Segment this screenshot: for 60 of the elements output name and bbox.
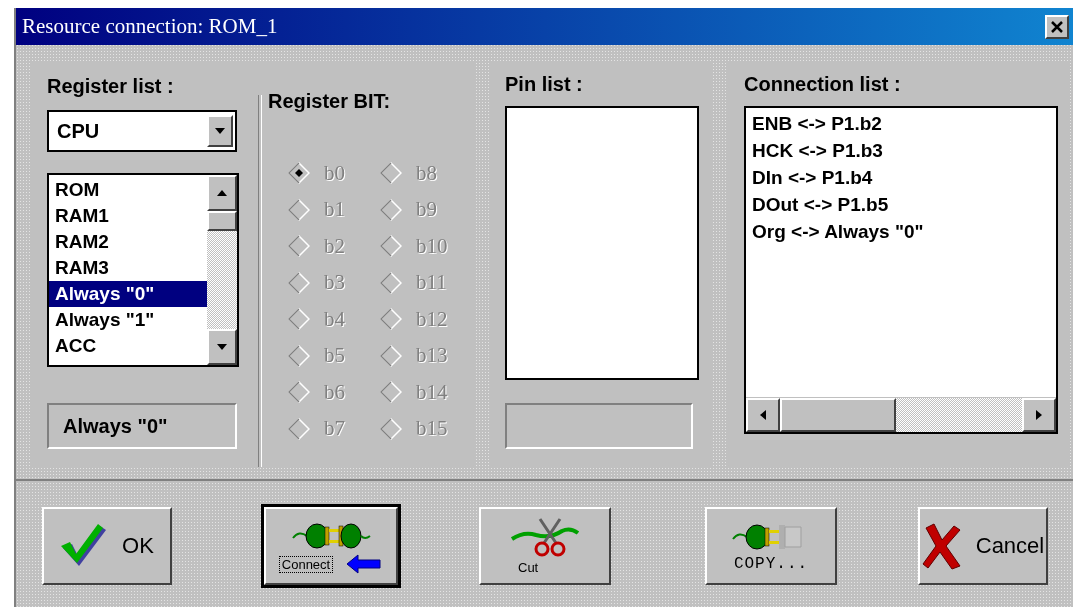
bit-label: b1 — [324, 197, 345, 223]
scroll-left-button[interactable] — [746, 398, 780, 432]
bit-label: b3 — [324, 270, 345, 296]
selected-register-field: Always "0" — [47, 403, 237, 449]
copy-button[interactable]: COPY... — [705, 507, 837, 585]
cancel-button[interactable]: Cancel — [918, 507, 1048, 585]
dropdown-button[interactable] — [207, 115, 233, 147]
window-title: Resource connection: ROM_1 — [22, 14, 278, 39]
left-arrow-icon — [346, 554, 383, 574]
ok-button[interactable]: OK — [42, 507, 172, 585]
scissors-icon — [510, 517, 580, 557]
bit-label: b6 — [324, 379, 345, 405]
vertical-scrollbar[interactable] — [207, 175, 237, 365]
bit-label: b14 — [416, 379, 448, 405]
bit-label: b12 — [416, 306, 448, 332]
register-item[interactable]: ACC — [49, 333, 207, 359]
register-bit-label: Register BIT: — [268, 90, 391, 113]
down-arrow-icon — [215, 342, 229, 352]
connection-item[interactable]: HCK <-> P1.b3 — [746, 137, 1056, 164]
scroll-down-button[interactable] — [207, 329, 237, 365]
cut-button[interactable]: Cut — [479, 507, 611, 585]
connection-item[interactable]: DIn <-> P1.b4 — [746, 164, 1056, 191]
close-button[interactable] — [1045, 14, 1069, 39]
scroll-up-button[interactable] — [207, 175, 237, 211]
connection-item[interactable]: ENB <-> P1.b2 — [746, 110, 1056, 137]
pin-list-label: Pin list : — [505, 73, 583, 96]
bit-label: b0 — [324, 160, 345, 186]
bit-label: b4 — [324, 306, 345, 332]
bit-label: b10 — [416, 233, 448, 259]
horizontal-scrollbar[interactable] — [746, 397, 1056, 432]
caret-icon — [213, 126, 227, 136]
bit-label: b11 — [416, 270, 447, 296]
register-item[interactable]: Always "0" — [49, 281, 207, 307]
bit-label: b2 — [324, 233, 345, 259]
scroll-thumb[interactable] — [207, 211, 237, 231]
bit-label: b5 — [324, 343, 345, 369]
bit-label: b7 — [324, 416, 345, 442]
right-arrow-icon — [1034, 409, 1044, 421]
x-icon — [921, 522, 962, 570]
up-arrow-icon — [215, 188, 229, 198]
register-item[interactable]: Always "1" — [49, 307, 207, 333]
register-list-label: Register list : — [47, 75, 174, 98]
check-icon — [60, 524, 109, 568]
register-item[interactable]: ROM — [49, 177, 207, 203]
left-arrow-icon — [758, 409, 768, 421]
register-dropdown[interactable]: CPU — [47, 110, 237, 152]
bit-label: b8 — [416, 160, 437, 186]
register-item[interactable]: RAM3 — [49, 255, 207, 281]
bit-label: b13 — [416, 343, 448, 369]
close-icon — [1050, 19, 1064, 34]
register-item[interactable]: RAM2 — [49, 229, 207, 255]
scroll-right-button[interactable] — [1022, 398, 1056, 432]
connection-list-label: Connection list : — [744, 73, 901, 96]
connection-item[interactable]: DOut <-> P1.b5 — [746, 191, 1056, 218]
bit-label: b9 — [416, 197, 437, 223]
register-item[interactable]: RAM1 — [49, 203, 207, 229]
connect-button[interactable]: Connect — [264, 507, 398, 585]
bit-label: b15 — [416, 416, 448, 442]
scroll-thumb[interactable] — [780, 398, 896, 432]
connection-item[interactable]: Org <-> Always "0" — [746, 218, 1056, 245]
